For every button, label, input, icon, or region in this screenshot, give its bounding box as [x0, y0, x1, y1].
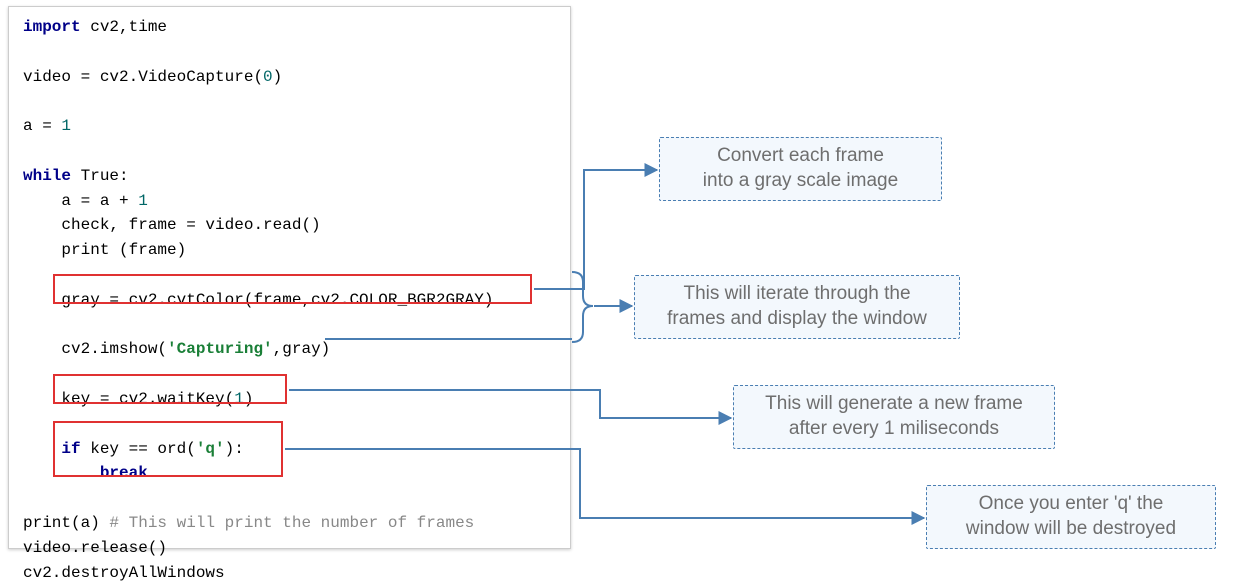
- callout-quit: Once you enter 'q' the window will be de…: [926, 485, 1216, 549]
- code-text: print (frame): [23, 241, 186, 259]
- callout-text: This will iterate through the frames and…: [667, 282, 927, 331]
- kw-break: break: [100, 464, 148, 482]
- kw-while: while: [23, 167, 71, 185]
- code-num: 0: [263, 68, 273, 86]
- code-str: 'Capturing': [167, 340, 273, 358]
- code-str: 'q': [196, 440, 225, 458]
- callout-text: This will generate a new frame after eve…: [765, 392, 1023, 441]
- code-text: print(a): [23, 514, 109, 532]
- code-text: ,gray): [273, 340, 331, 358]
- callout-text: Once you enter 'q' the window will be de…: [966, 492, 1176, 541]
- callout-newframe: This will generate a new frame after eve…: [733, 385, 1055, 449]
- code-text: key = cv2.waitKey(: [23, 390, 234, 408]
- code-text: a =: [23, 117, 61, 135]
- code-text: [23, 440, 61, 458]
- code-line-gray: gray = cv2.cvtColor(frame,cv2.COLOR_BGR2…: [23, 291, 493, 309]
- code-num: 1: [138, 192, 148, 210]
- code-text: cv2.imshow(: [23, 340, 167, 358]
- callout-convert: Convert each frame into a gray scale ima…: [659, 137, 942, 201]
- callout-text: Convert each frame into a gray scale ima…: [703, 144, 898, 193]
- code-text: ):: [225, 440, 244, 458]
- code-text: ): [273, 68, 283, 86]
- code-num: 1: [61, 117, 71, 135]
- code-comment: # This will print the number of frames: [109, 514, 474, 532]
- code-num: 1: [234, 390, 244, 408]
- code-text: check, frame = video.read(): [23, 216, 321, 234]
- code-text: key == ord(: [81, 440, 196, 458]
- code-text: video.release(): [23, 539, 167, 557]
- kw-import: import: [23, 18, 81, 36]
- callout-iterate: This will iterate through the frames and…: [634, 275, 960, 339]
- kw-if: if: [61, 440, 80, 458]
- code-pane: import cv2,time video = cv2.VideoCapture…: [8, 6, 571, 549]
- code-text: video = cv2.VideoCapture(: [23, 68, 263, 86]
- code-text: [23, 464, 100, 482]
- arrow-iterate-bracket: [572, 272, 593, 342]
- code-text: a = a +: [23, 192, 138, 210]
- code-text: True:: [71, 167, 129, 185]
- code-text: cv2.destroyAllWindows: [23, 564, 225, 582]
- code-text: ): [244, 390, 254, 408]
- code-text: cv2,time: [81, 18, 167, 36]
